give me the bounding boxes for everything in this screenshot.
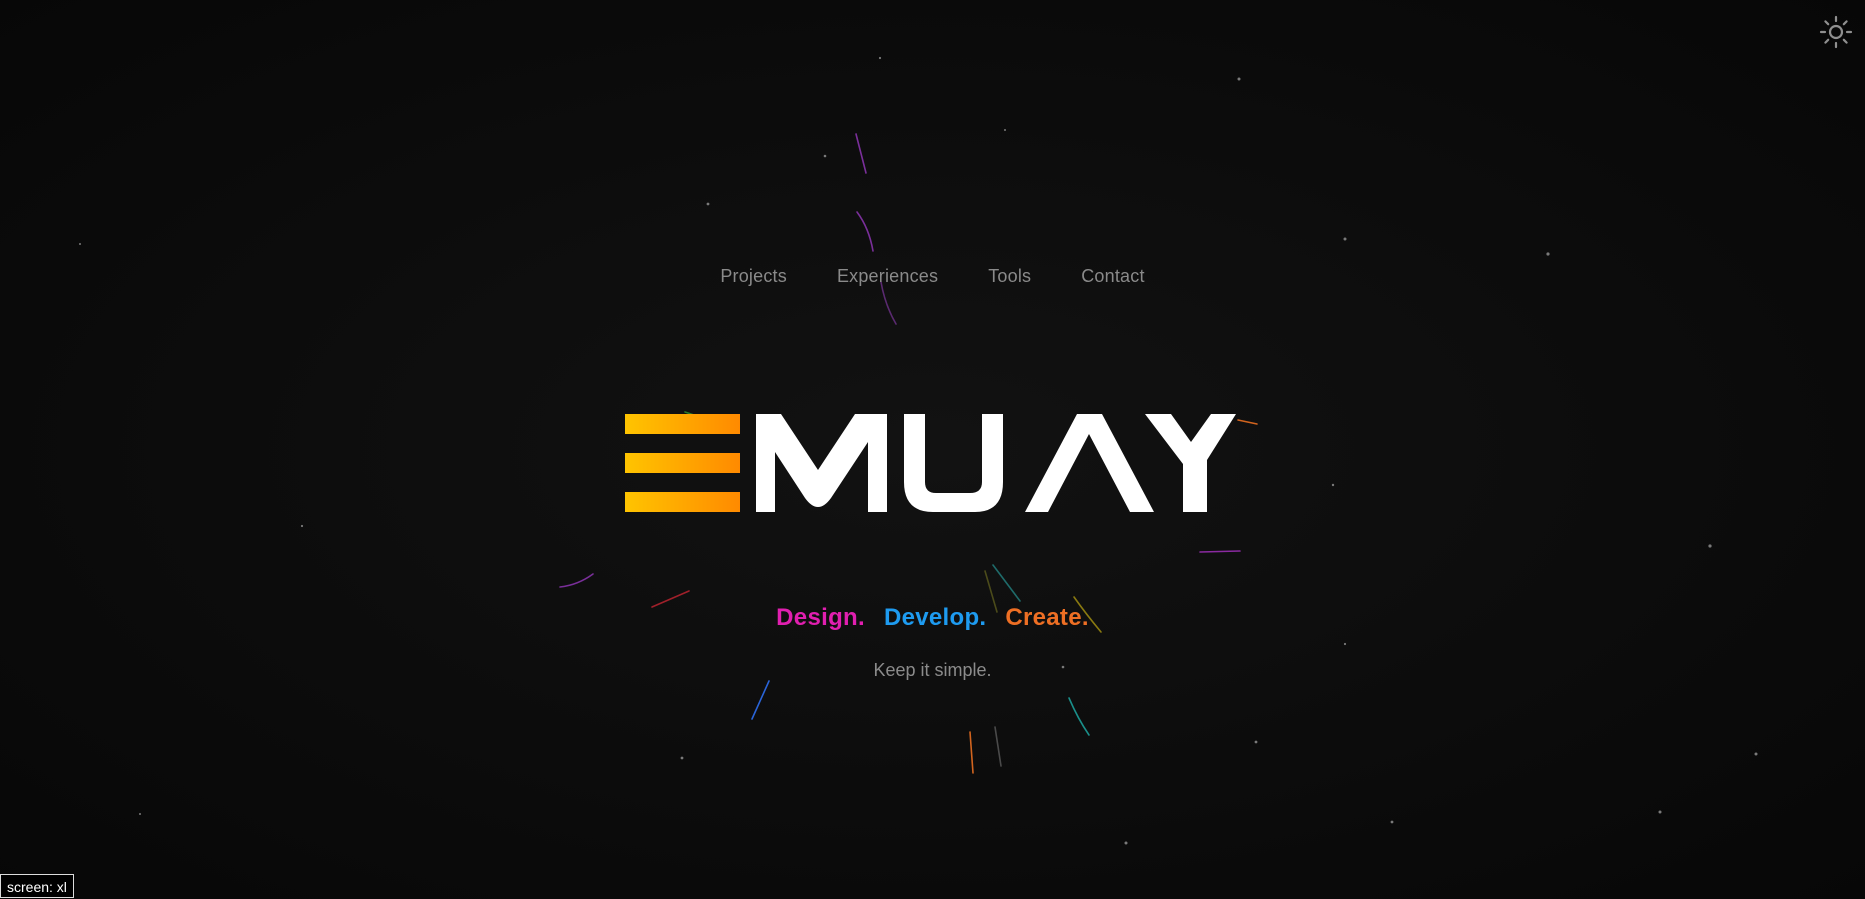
tagline-design: Design. xyxy=(776,604,865,631)
nav-item-contact[interactable]: Contact xyxy=(1081,266,1144,287)
screen-size-badge: screen: xl xyxy=(0,874,74,898)
logo-letters xyxy=(756,414,1236,512)
nav-item-experiences[interactable]: Experiences xyxy=(837,266,938,287)
main-nav: Projects Experiences Tools Contact xyxy=(0,266,1865,287)
page: Projects Experiences Tools Contact Desig… xyxy=(0,0,1865,899)
tagline: Design. Develop. Create. xyxy=(0,604,1865,632)
logo-e-bars xyxy=(625,414,740,512)
nav-item-projects[interactable]: Projects xyxy=(720,266,787,287)
nav-item-tools[interactable]: Tools xyxy=(988,266,1031,287)
emjay-logo[interactable] xyxy=(625,412,1246,512)
sun-icon xyxy=(1819,15,1853,49)
tagline-develop: Develop. xyxy=(883,604,987,631)
hero-subtitle: Keep it simple. xyxy=(873,660,992,680)
tagline-create: Create. xyxy=(1005,604,1089,631)
theme-toggle-button[interactable] xyxy=(1818,14,1854,50)
